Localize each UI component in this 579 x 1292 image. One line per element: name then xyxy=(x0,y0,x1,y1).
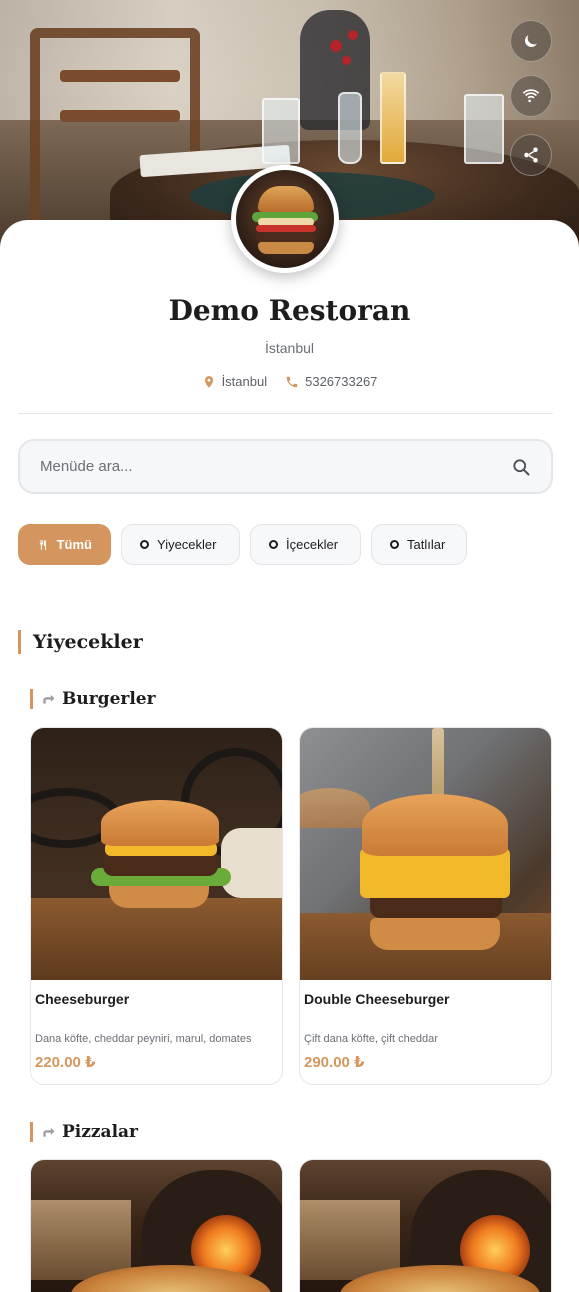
logo-bun-bottom xyxy=(258,242,314,254)
product-image xyxy=(31,728,282,980)
dark-mode-button[interactable] xyxy=(510,20,552,62)
restaurant-name: Demo Restoran xyxy=(168,294,411,327)
category-chip-food[interactable]: Yiyecekler xyxy=(121,524,240,565)
product-image xyxy=(300,728,551,980)
burger-logo-image xyxy=(236,170,334,268)
logo-tomato xyxy=(256,225,316,232)
hero-juice-glass xyxy=(380,72,406,164)
location-link[interactable]: İstanbul xyxy=(202,374,268,389)
phone-icon xyxy=(286,376,298,387)
restaurant-city: İstanbul xyxy=(264,340,315,356)
search-box[interactable]: Menüde ara... xyxy=(18,439,553,494)
search-icon[interactable] xyxy=(511,457,531,477)
search-input[interactable]: Menüde ara... xyxy=(40,458,511,475)
product-name: Double Cheeseburger xyxy=(304,991,450,1007)
hero-glass xyxy=(262,98,300,164)
product-card[interactable] xyxy=(299,1159,552,1292)
product-image xyxy=(300,1160,551,1292)
subsection-label: Burgerler xyxy=(62,689,156,709)
hero-vase xyxy=(338,92,362,164)
share-icon xyxy=(524,147,538,163)
location-label: İstanbul xyxy=(221,374,268,389)
product-description: Dana köfte, cheddar peyniri, marul, doma… xyxy=(35,1033,252,1045)
logo-bun-top xyxy=(258,186,314,212)
contact-row: İstanbul 5326733267 xyxy=(0,374,579,389)
restaurant-logo xyxy=(231,165,339,273)
shelf-shape xyxy=(31,1200,131,1280)
product-name: Cheeseburger xyxy=(35,991,130,1007)
product-card[interactable]: Double Cheeseburger Çift dana köfte, çif… xyxy=(299,727,552,1085)
hero-chair-rail xyxy=(60,70,180,82)
circle-icon xyxy=(390,540,399,549)
subsection-label: Pizzalar xyxy=(62,1122,138,1142)
subsection-title-burgers: Burgerler xyxy=(30,689,156,709)
hero-chair-rail xyxy=(60,110,180,122)
category-chip-label: İçecekler xyxy=(286,537,339,552)
category-filter: Tümü Yiyecekler İçecekler Tatlılar xyxy=(18,524,467,565)
header-divider xyxy=(18,413,553,414)
bun-top xyxy=(101,800,219,846)
bun-top xyxy=(362,794,508,856)
circle-icon xyxy=(269,540,278,549)
product-card[interactable]: Cheeseburger Dana köfte, cheddar peyniri… xyxy=(30,727,283,1085)
category-chip-label: Tatlılar xyxy=(407,537,446,552)
product-card[interactable] xyxy=(30,1159,283,1292)
hero-flower xyxy=(330,40,342,52)
product-price: 220.00 ₺ xyxy=(35,1054,96,1071)
cloth-shape xyxy=(221,828,282,898)
category-chip-label: Tümü xyxy=(56,537,92,552)
shelf-shape xyxy=(300,1200,400,1280)
wifi-icon xyxy=(522,89,540,103)
circle-icon xyxy=(140,540,149,549)
product-image xyxy=(31,1160,282,1292)
category-chip-label: Yiyecekler xyxy=(157,537,217,552)
phone-link[interactable]: 5326733267 xyxy=(285,374,377,389)
hero-flower xyxy=(342,56,351,65)
product-price: 290.00 ₺ xyxy=(304,1054,365,1071)
wood-board xyxy=(31,898,282,980)
hero-flower xyxy=(348,30,358,40)
utensils-icon xyxy=(39,539,46,550)
section-title: Yiyecekler xyxy=(18,630,143,654)
category-chip-desserts[interactable]: Tatlılar xyxy=(371,524,467,565)
bun-top-blur xyxy=(300,788,370,828)
moon-icon xyxy=(525,35,537,47)
phone-label: 5326733267 xyxy=(305,374,378,389)
category-chip-drinks[interactable]: İçecekler xyxy=(250,524,361,565)
product-description: Çift dana köfte, çift cheddar xyxy=(304,1033,438,1045)
wifi-button[interactable] xyxy=(510,75,552,117)
subsection-title-pizzas: Pizzalar xyxy=(30,1122,138,1142)
hero-glass xyxy=(464,94,504,164)
arrow-turn-icon xyxy=(43,694,55,704)
category-chip-all[interactable]: Tümü xyxy=(18,524,111,565)
map-pin-icon xyxy=(204,375,213,388)
share-button[interactable] xyxy=(510,134,552,176)
arrow-turn-icon xyxy=(43,1127,55,1137)
bun-bottom xyxy=(370,918,500,950)
